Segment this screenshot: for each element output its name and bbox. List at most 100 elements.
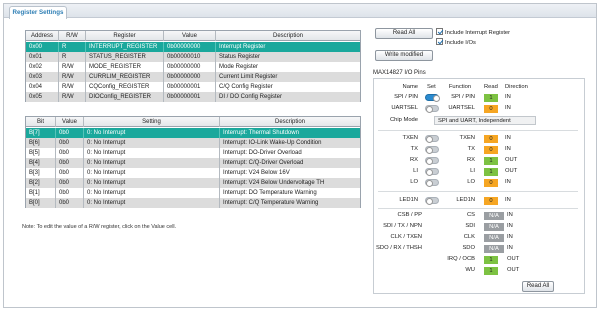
table-row[interactable]: 0x01 R STATUS_REGISTER 0b00000010 Status Reg… xyxy=(26,52,360,62)
cell-description: Status Register xyxy=(219,54,261,60)
cell-value[interactable]: 0b0 xyxy=(56,178,84,188)
cell-register: INTERRUPT_REGISTER xyxy=(86,42,164,52)
header-read: Read xyxy=(484,84,498,90)
pins-read-all-button[interactable]: Read All xyxy=(522,281,554,292)
table-header: Bit Value Setting Description xyxy=(26,117,360,127)
cell-address: 0x05 xyxy=(26,92,59,102)
table-row[interactable]: 0x00 R INTERRUPT_REGISTER 0b00000000 Interru… xyxy=(26,42,360,52)
cell-description: Interrupt Register xyxy=(219,44,266,50)
led1n-toggle[interactable] xyxy=(425,197,439,205)
pin-read-value: 1 xyxy=(484,157,498,165)
cell-value[interactable]: 0b00000000 xyxy=(164,62,216,72)
table-row[interactable]: B[5] 0b0 0: No Interrupt Interrupt: DO-Driv… xyxy=(26,148,360,158)
cell-rw: R xyxy=(59,42,86,52)
pin-name: RX xyxy=(409,157,418,163)
cell-address: 0x00 xyxy=(26,42,59,52)
cell-bit: B[5] xyxy=(26,148,56,158)
table-row[interactable]: 0x03 R/W CURRLIM_REGISTER 0b00000000 Current… xyxy=(26,72,360,82)
pin-read-value: 1 xyxy=(484,256,498,264)
cell-value[interactable]: 0b0 xyxy=(56,138,84,148)
cell-setting: 0: No Interrupt xyxy=(84,158,220,168)
led1n-read: 0 xyxy=(484,197,498,205)
uartsel-toggle[interactable] xyxy=(425,105,439,113)
spi-pin-function: SPI / PIN xyxy=(451,94,475,100)
cell-value[interactable]: 0b0 xyxy=(56,188,84,198)
pin-function: CS xyxy=(466,212,475,218)
pin-name: CSB / PP xyxy=(397,212,422,218)
table-row[interactable]: B[1] 0b0 0: No Interrupt Interrupt: DO Temp… xyxy=(26,188,360,198)
header-function: Function xyxy=(448,84,472,90)
pin-toggle[interactable] xyxy=(425,168,439,176)
table-row[interactable]: 0x02 R/W MODE_REGISTER 0b00000000 Mode Regis… xyxy=(26,62,360,72)
include-interrupt-checkbox[interactable]: Include Interrupt Register xyxy=(436,28,510,37)
pin-toggle[interactable] xyxy=(425,146,439,154)
check-icon xyxy=(436,28,443,35)
table-row[interactable]: B[7] 0b0 0: No Interrupt Interrupt: Thermal… xyxy=(26,128,360,138)
cell-bit: B[7] xyxy=(26,128,56,138)
table-row[interactable]: B[2] 0b0 0: No Interrupt Interrupt: V24 Bel… xyxy=(26,178,360,188)
table-row[interactable]: 0x04 R/W CQConfig_REGISTER 0b00000001 C/Q Co… xyxy=(26,82,360,92)
cell-description: Current Limit Register xyxy=(219,74,278,80)
pin-name: LO xyxy=(410,179,418,185)
cell-rw: R/W xyxy=(59,72,86,82)
table-row[interactable]: B[3] 0b0 0: No Interrupt Interrupt: V24 Bel… xyxy=(26,168,360,178)
include-ios-label: Include I/Os xyxy=(445,40,476,46)
pin-function: LO xyxy=(467,179,475,185)
cell-value[interactable]: 0b00000000 xyxy=(164,42,216,52)
cell-value[interactable]: 0b00000000 xyxy=(164,72,216,82)
pin-read-value: N/A xyxy=(484,212,504,220)
tab-bar: Register Settings xyxy=(4,4,596,19)
pin-function: SDI xyxy=(465,223,475,229)
pin-read-value: 0 xyxy=(484,146,498,154)
cell-bit: B[3] xyxy=(26,168,56,178)
cell-value[interactable]: 0b00000001 xyxy=(164,92,216,102)
column-header-bit: Bit xyxy=(26,117,56,127)
cell-setting: 0: No Interrupt xyxy=(84,168,220,178)
cell-value[interactable]: 0b00000001 xyxy=(164,82,216,92)
cell-value[interactable]: 0b0 xyxy=(56,158,84,168)
cell-bit: B[2] xyxy=(26,178,56,188)
uartsel-name: UARTSEL xyxy=(391,105,418,111)
cell-value[interactable]: 0b0 xyxy=(56,128,84,138)
table-row[interactable]: B[4] 0b0 0: No Interrupt Interrupt: C/Q-Dri… xyxy=(26,158,360,168)
table-row[interactable]: B[6] 0b0 0: No Interrupt Interrupt: IO-Link… xyxy=(26,138,360,148)
led1n-name: LED1N xyxy=(399,197,418,203)
write-modified-button[interactable]: Write modified xyxy=(375,50,433,61)
cell-value[interactable]: 0b0 xyxy=(56,198,84,208)
cell-address: 0x04 xyxy=(26,82,59,92)
table-row[interactable]: B[0] 0b0 0: No Interrupt Interrupt: C/Q Tem… xyxy=(26,198,360,208)
cell-value[interactable]: 0b0 xyxy=(56,148,84,158)
tab-register-settings[interactable]: Register Settings xyxy=(9,6,67,19)
table-header: Address R/W Register Value Description xyxy=(26,31,360,41)
header-name: Name xyxy=(402,84,418,90)
divider xyxy=(378,208,578,209)
cell-register: MODE_REGISTER xyxy=(86,62,164,72)
column-header-value: Value xyxy=(56,117,84,127)
column-header-description: Description xyxy=(274,119,305,125)
pin-read-value: 1 xyxy=(484,168,498,176)
cell-setting: 0: No Interrupt xyxy=(84,148,220,158)
cell-register: CURRLIM_REGISTER xyxy=(86,72,164,82)
cell-value[interactable]: 0b0 xyxy=(56,168,84,178)
cell-description: Interrupt: IO-Link Wake-Up Condition xyxy=(223,140,322,146)
read-all-button[interactable]: Read All xyxy=(375,28,433,39)
bit-table: Bit Value Setting Description B[7] 0b0 0: No I… xyxy=(25,116,361,208)
chip-mode-label: Chip Mode xyxy=(389,117,418,123)
spi-pin-toggle[interactable] xyxy=(425,94,440,102)
include-ios-checkbox[interactable]: Include I/Os xyxy=(436,38,476,47)
pin-direction: IN xyxy=(507,245,513,251)
led1n-function: LED1N xyxy=(456,197,475,203)
spi-pin-direction: IN xyxy=(505,94,511,100)
cell-register: STATUS_REGISTER xyxy=(86,52,164,62)
pin-toggle[interactable] xyxy=(425,179,439,187)
cell-description: C/Q Config Register xyxy=(219,84,273,90)
chip-mode-value: SPI and UART, Independent xyxy=(434,116,536,125)
cell-rw: R/W xyxy=(59,92,86,102)
pin-read-value: 0 xyxy=(484,179,498,187)
table-row[interactable]: 0x05 R/W DIOConfig_REGISTER 0b00000001 DI / … xyxy=(26,92,360,102)
cell-value[interactable]: 0b00000010 xyxy=(164,52,216,62)
pin-toggle[interactable] xyxy=(425,135,439,143)
cell-register: CQConfig_REGISTER xyxy=(86,82,164,92)
cell-description: Interrupt: C/Q Temperature Warning xyxy=(223,200,319,206)
pin-toggle[interactable] xyxy=(425,157,439,165)
